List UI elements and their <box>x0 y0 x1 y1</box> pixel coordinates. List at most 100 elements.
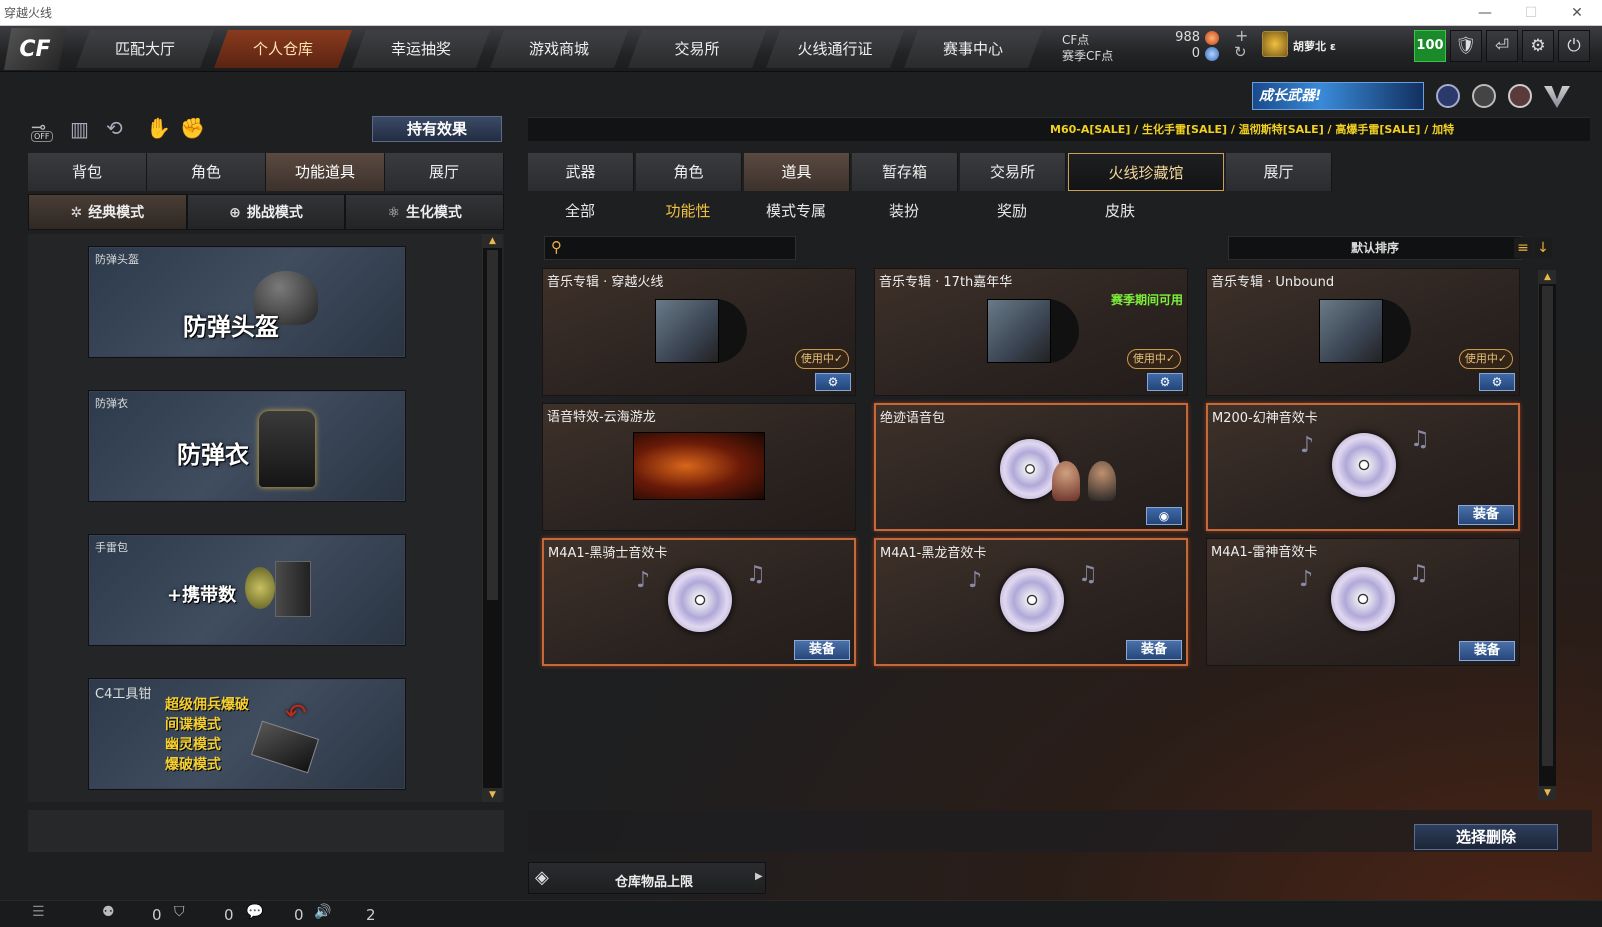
nav-tab-4[interactable]: 交易所 <box>628 30 766 68</box>
growth-weapon-banner[interactable]: 成长武器! <box>1252 82 1424 110</box>
clan-icon[interactable]: ⛉ <box>174 904 185 920</box>
left-tab-1[interactable]: 角色 <box>147 153 266 191</box>
minimize-button[interactable]: — <box>1462 0 1508 26</box>
rank-badge-icon[interactable] <box>1262 31 1288 57</box>
right-scrollbar[interactable]: ▲ ▼ <box>1538 270 1556 800</box>
equip-button[interactable]: 装备 <box>794 640 850 660</box>
item-card[interactable]: 音乐专辑 · 17th嘉年华 赛季期间可用 使用中✓ ⚙ <box>874 268 1188 396</box>
settings-icon[interactable]: ⚙ <box>1522 30 1554 62</box>
right-scroll-up-icon[interactable]: ▲ <box>1539 270 1556 284</box>
sub-tab-5[interactable]: 皮肤 <box>1068 194 1172 228</box>
right-scroll-down-icon[interactable]: ▼ <box>1539 786 1556 800</box>
sub-tab-0[interactable]: 全部 <box>528 194 632 228</box>
badge-3-icon[interactable] <box>1508 84 1532 108</box>
maximize-button[interactable]: ☐ <box>1508 0 1554 26</box>
item-card[interactable]: M4A1-雷神音效卡 ♪ ♫ 装备 <box>1206 538 1520 666</box>
item-settings-icon[interactable]: ⚙ <box>815 373 851 391</box>
speaker-icon[interactable]: 🔊 <box>314 904 331 920</box>
badge-1-icon[interactable] <box>1436 84 1460 108</box>
sub-tabs: 全部 功能性 模式专属 装扮 奖励 皮肤 <box>528 194 1148 228</box>
item-disc-icon[interactable]: ◉ <box>1146 507 1182 525</box>
shield-icon[interactable]: 🛡 <box>1450 30 1482 62</box>
sub-tab-4[interactable]: 奖励 <box>960 194 1064 228</box>
speaker-count: 2 <box>366 906 376 924</box>
right-tab-4[interactable]: 交易所 <box>960 153 1066 191</box>
item-card[interactable]: 音乐专辑 · 穿越火线 使用中✓ ⚙ <box>542 268 856 396</box>
user-name[interactable]: 胡萝北 ε <box>1293 38 1336 54</box>
equip-button[interactable]: 装备 <box>1458 505 1514 525</box>
badge-2-icon[interactable] <box>1472 84 1496 108</box>
right-tab-0[interactable]: 武器 <box>528 153 634 191</box>
right-scroll-thumb[interactable] <box>1542 286 1553 766</box>
refresh-icon[interactable]: ↻ <box>1234 43 1247 61</box>
item-card[interactable]: 音乐专辑 · Unbound 使用中✓ ⚙ <box>1206 268 1520 396</box>
search-box[interactable]: ⚲ <box>544 236 796 260</box>
right-tab-2[interactable]: 道具 <box>744 153 850 191</box>
equip-button[interactable]: 装备 <box>1126 640 1182 660</box>
friends-icon[interactable]: ⚉ <box>102 904 115 920</box>
album-art-icon <box>1319 299 1383 363</box>
nav-tab-6[interactable]: 赛事中心 <box>904 30 1042 68</box>
level-badge[interactable]: 100 <box>1414 30 1446 62</box>
item-card[interactable]: M4A1-黑骑士音效卡 ♪ ♫ 装备 <box>542 538 856 666</box>
sort-dropdown[interactable]: 默认排序 <box>1228 236 1522 260</box>
item-tag: 赛季期间可用 <box>1110 293 1183 307</box>
stats-icon[interactable]: ▥ <box>70 117 89 141</box>
holding-effect-button[interactable]: 持有效果 <box>372 116 502 142</box>
mode-button-2[interactable]: ⚛ 生化模式 <box>345 194 504 230</box>
card-c4-pliers[interactable]: C4工具钳 ↶ 超级佣兵爆破 间谍模式 幽灵模式 爆破模式 <box>88 678 406 790</box>
mode-button-0[interactable]: ✲ 经典模式 <box>28 194 187 230</box>
sale-ticker[interactable]: M60-A[SALE] / 生化手雷[SALE] / 温彻斯特[SALE] / … <box>1050 121 1540 137</box>
scroll-thumb[interactable] <box>487 250 498 600</box>
left-tab-3[interactable]: 展厅 <box>385 153 504 191</box>
nav-tab-0[interactable]: 匹配大厅 <box>76 30 214 68</box>
menu-icon[interactable]: ☰ <box>32 904 45 920</box>
cd-icon <box>1331 567 1395 631</box>
hand-icon[interactable]: ✋ <box>146 116 171 140</box>
history-icon[interactable]: ⟲ <box>106 116 123 140</box>
card-helmet[interactable]: 防弹头盔 防弹头盔 <box>88 246 406 358</box>
search-input[interactable] <box>573 239 789 257</box>
sub-tab-1[interactable]: 功能性 <box>636 194 740 228</box>
select-delete-button[interactable]: 选择删除 <box>1414 824 1558 850</box>
right-tab-3[interactable]: 暂存箱 <box>852 153 958 191</box>
glove-icon[interactable]: ✊ <box>180 116 205 140</box>
nav-tab-2[interactable]: 幸运抽奖 <box>352 30 490 68</box>
close-button[interactable]: ✕ <box>1554 0 1600 26</box>
storage-limit-bar[interactable]: ◈ 仓库物品上限 ▶ <box>528 862 766 894</box>
item-card[interactable]: M200-幻神音效卡 ♪ ♫ 装备 <box>1206 403 1520 531</box>
expand-icon[interactable]: ▶ <box>755 871 763 882</box>
music-note-icon: ♪ <box>1300 433 1315 458</box>
right-tab-1[interactable]: 角色 <box>636 153 742 191</box>
scroll-down-icon[interactable]: ▼ <box>483 788 502 802</box>
card-grenade-pack[interactable]: 手雷包 +携带数 <box>88 534 406 646</box>
item-settings-icon[interactable]: ⚙ <box>1479 373 1515 391</box>
item-card[interactable]: 绝迹语音包 ◉ <box>874 403 1188 531</box>
sort-down-icon[interactable]: ↓ <box>1534 238 1552 258</box>
mode-button-1[interactable]: ⊕ 挑战模式 <box>186 194 346 230</box>
left-tab-2[interactable]: 功能道具 <box>266 153 385 191</box>
return-icon[interactable]: ⏎ <box>1486 30 1518 62</box>
card-vest[interactable]: 防弹衣 防弹衣 <box>88 390 406 502</box>
sub-tab-2[interactable]: 模式专属 <box>744 194 848 228</box>
power-icon[interactable]: ⏻ <box>1558 30 1590 62</box>
mode-1-icon: ⊕ <box>229 205 241 221</box>
item-card[interactable]: 语音特效-云海游龙 <box>542 403 856 531</box>
scroll-up-icon[interactable]: ▲ <box>483 234 502 248</box>
nav-tab-1[interactable]: 个人仓库 <box>214 30 352 68</box>
cf-logo[interactable]: CF <box>4 28 66 70</box>
item-settings-icon[interactable]: ⚙ <box>1147 373 1183 391</box>
left-scrollbar[interactable]: ▲ ▼ <box>482 234 502 802</box>
nav-tab-3[interactable]: 游戏商城 <box>490 30 628 68</box>
left-tab-0[interactable]: 背包 <box>28 153 147 191</box>
badge-4-icon[interactable] <box>1544 86 1570 108</box>
equip-button[interactable]: 装备 <box>1459 641 1515 661</box>
right-tab-5[interactable]: 火线珍藏馆 <box>1068 153 1224 191</box>
nav-tab-5[interactable]: 火线通行证 <box>766 30 904 68</box>
item-card[interactable]: M4A1-黑龙音效卡 ♪ ♫ 装备 <box>874 538 1188 666</box>
chat-icon[interactable]: 💬 <box>246 904 263 920</box>
item-name: 音乐专辑 · 穿越火线 <box>547 275 664 290</box>
list-icon[interactable]: ≡ <box>1514 238 1532 258</box>
sub-tab-3[interactable]: 装扮 <box>852 194 956 228</box>
right-tab-6[interactable]: 展厅 <box>1226 153 1332 191</box>
